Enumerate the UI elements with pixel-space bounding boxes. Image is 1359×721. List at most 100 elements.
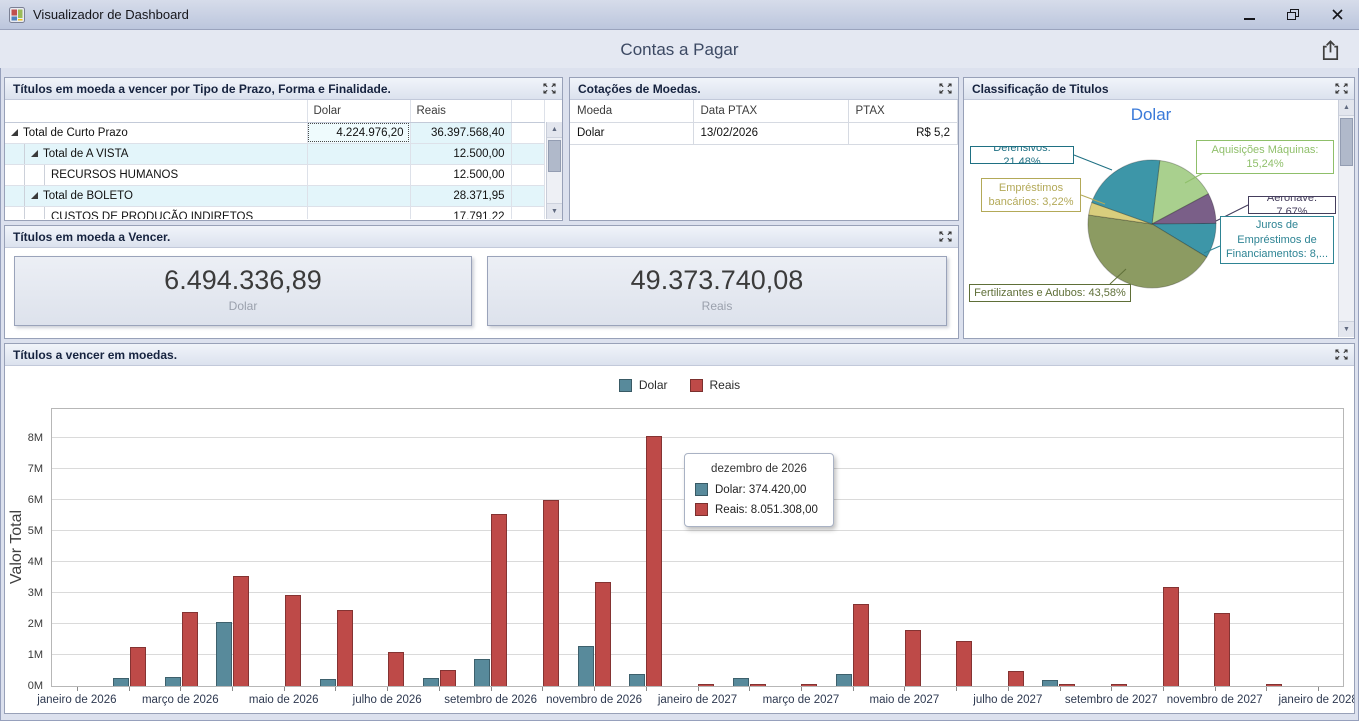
bar-reais-abril-de-2027[interactable]	[853, 604, 869, 686]
bar-reais-julho-de-2026[interactable]	[388, 652, 404, 686]
minimize-button[interactable]	[1227, 0, 1271, 29]
bar-reais-abril-de-2026[interactable]	[233, 576, 249, 686]
tree-cell-dolar[interactable]	[307, 206, 410, 219]
table-row: CUSTOS DE PRODUÇÃO INDIRETOS 17.791,22	[5, 206, 545, 219]
tree-cell-reais[interactable]: 12.500,00	[410, 143, 511, 164]
tree-cell-dolar[interactable]	[307, 143, 410, 164]
maximize-panel-icon[interactable]	[543, 83, 556, 94]
quotes-cell-ptax[interactable]: R$ 5,2	[848, 122, 958, 144]
bar-reais-maio-de-2026[interactable]	[285, 595, 301, 686]
bar-reais-fevereiro-de-2026[interactable]	[130, 647, 146, 686]
scrollbar-thumb[interactable]	[1340, 118, 1353, 166]
bar-reais-agosto-de-2027[interactable]	[1059, 684, 1075, 686]
quotes-cell-moeda[interactable]: Dolar	[570, 122, 693, 144]
tooltip-color-chip	[695, 503, 708, 516]
tree-col-header-filler	[511, 100, 545, 122]
restore-button[interactable]	[1271, 0, 1315, 29]
quotes-cell-data-ptax[interactable]: 13/02/2026	[693, 122, 848, 144]
x-tick-label: julho de 2027	[973, 694, 1042, 706]
x-tick-mark	[542, 687, 543, 691]
scrollbar-thumb[interactable]	[548, 140, 561, 172]
close-icon	[1332, 9, 1343, 20]
tree-cell-label[interactable]: Total de Curto Prazo	[5, 122, 307, 143]
bar-reais-julho-de-2027[interactable]	[1008, 671, 1024, 687]
tree-cell-dolar[interactable]	[307, 185, 410, 206]
bar-dolar-dezembro-de-2026[interactable]	[629, 674, 645, 686]
bar-reais-março-de-2027[interactable]	[801, 684, 817, 686]
total-card-dolar[interactable]: 6.494.336,89 Dolar	[14, 256, 472, 326]
vertical-scrollbar[interactable]: ▲ ▼	[1338, 100, 1354, 337]
export-button[interactable]	[1317, 37, 1343, 63]
bar-reais-novembro-de-2026[interactable]	[595, 582, 611, 686]
bar-reais-setembro-de-2026[interactable]	[491, 514, 507, 686]
maximize-panel-icon[interactable]	[1335, 349, 1348, 360]
scroll-up-arrow[interactable]: ▲	[1339, 100, 1354, 116]
bar-reais-novembro-de-2027[interactable]	[1214, 613, 1230, 686]
collapse-triangle-icon[interactable]	[11, 129, 18, 136]
quotes-col-data-ptax[interactable]: Data PTAX	[693, 100, 848, 122]
bar-dolar-agosto-de-2026[interactable]	[423, 678, 439, 686]
bar-reais-junho-de-2026[interactable]	[337, 610, 353, 686]
bar-dolar-fevereiro-de-2027[interactable]	[733, 678, 749, 686]
x-tick-label: julho de 2026	[353, 694, 422, 706]
tooltip-value: Dolar: 374.420,00	[715, 484, 806, 496]
bar-reais-setembro-de-2027[interactable]	[1111, 684, 1127, 686]
collapse-triangle-icon[interactable]	[31, 192, 38, 199]
bar-dolar-abril-de-2027[interactable]	[836, 674, 852, 686]
bar-reais-março-de-2026[interactable]	[182, 612, 198, 686]
tree-col-header-dolar[interactable]: Dolar	[307, 100, 410, 122]
bar-dolar-fevereiro-de-2026[interactable]	[113, 678, 129, 686]
bar-reais-fevereiro-de-2027[interactable]	[750, 684, 766, 686]
x-tick-mark	[1163, 687, 1164, 691]
x-tick-label: março de 2026	[142, 694, 219, 706]
tooltip-color-chip	[695, 483, 708, 496]
bar-dolar-novembro-de-2026[interactable]	[578, 646, 594, 686]
quotes-col-moeda[interactable]: Moeda	[570, 100, 693, 122]
scroll-down-arrow[interactable]: ▼	[547, 203, 562, 219]
restore-icon	[1287, 9, 1299, 20]
dashboard-header: Contas a Pagar	[0, 30, 1359, 68]
tree-cell-label[interactable]: CUSTOS DE PRODUÇÃO INDIRETOS	[5, 206, 307, 219]
bar-dolar-agosto-de-2027[interactable]	[1042, 680, 1058, 686]
scroll-down-arrow[interactable]: ▼	[1339, 321, 1354, 337]
total-card-reais[interactable]: 49.373.740,08 Reais	[487, 256, 947, 326]
tree-cell-dolar[interactable]: 4.224.976,20	[307, 122, 410, 143]
x-tick-mark	[335, 687, 336, 691]
bar-reais-janeiro-de-2027[interactable]	[698, 684, 714, 686]
tree-cell-dolar[interactable]	[307, 164, 410, 185]
tree-col-header-reais[interactable]: Reais	[410, 100, 511, 122]
bar-reais-outubro-de-2027[interactable]	[1163, 587, 1179, 686]
bar-dolar-março-de-2026[interactable]	[165, 677, 181, 686]
bar-dolar-junho-de-2026[interactable]	[320, 679, 336, 686]
bar-reais-junho-de-2027[interactable]	[956, 641, 972, 686]
tree-cell-reais[interactable]: 36.397.568,40	[410, 122, 511, 143]
bar-dolar-abril-de-2026[interactable]	[216, 622, 232, 686]
close-button[interactable]	[1315, 0, 1359, 29]
bar-reais-dezembro-de-2027[interactable]	[1266, 684, 1282, 686]
tree-cell-label[interactable]: RECURSOS HUMANOS	[5, 164, 307, 185]
legend-item-dolar[interactable]: Dolar	[619, 378, 668, 392]
scroll-up-arrow[interactable]: ▲	[547, 122, 562, 138]
tree-cell-reais[interactable]: 12.500,00	[410, 164, 511, 185]
bar-dolar-setembro-de-2026[interactable]	[474, 659, 490, 686]
tree-cell-reais[interactable]: 28.371,95	[410, 185, 511, 206]
collapse-triangle-icon[interactable]	[31, 150, 38, 157]
bar-reais-agosto-de-2026[interactable]	[440, 670, 456, 686]
panel-title: Classificação de Titulos	[972, 82, 1109, 96]
bar-reais-maio-de-2027[interactable]	[905, 630, 921, 686]
tree-cell-reais[interactable]: 17.791,22	[410, 206, 511, 219]
legend-color-chip	[690, 379, 703, 392]
tree-col-header-empty[interactable]	[5, 100, 307, 122]
tree-cell-label[interactable]: Total de BOLETO	[5, 185, 307, 206]
legend-item-reais[interactable]: Reais	[690, 378, 741, 392]
panel-titulos-a-vencer: Títulos a vencer em moedas. Dolar Reais …	[4, 343, 1355, 714]
bar-reais-outubro-de-2026[interactable]	[543, 500, 559, 686]
maximize-panel-icon[interactable]	[939, 231, 952, 242]
tree-cell-label[interactable]: Total de A VISTA	[5, 143, 307, 164]
quotes-col-ptax[interactable]: PTAX	[848, 100, 958, 122]
vertical-scrollbar[interactable]: ▲ ▼	[546, 122, 562, 219]
maximize-panel-icon[interactable]	[1335, 83, 1348, 94]
chart-tooltip: dezembro de 2026 Dolar: 374.420,00 Reais…	[684, 453, 834, 527]
maximize-panel-icon[interactable]	[939, 83, 952, 94]
bar-reais-dezembro-de-2026[interactable]	[646, 436, 662, 686]
